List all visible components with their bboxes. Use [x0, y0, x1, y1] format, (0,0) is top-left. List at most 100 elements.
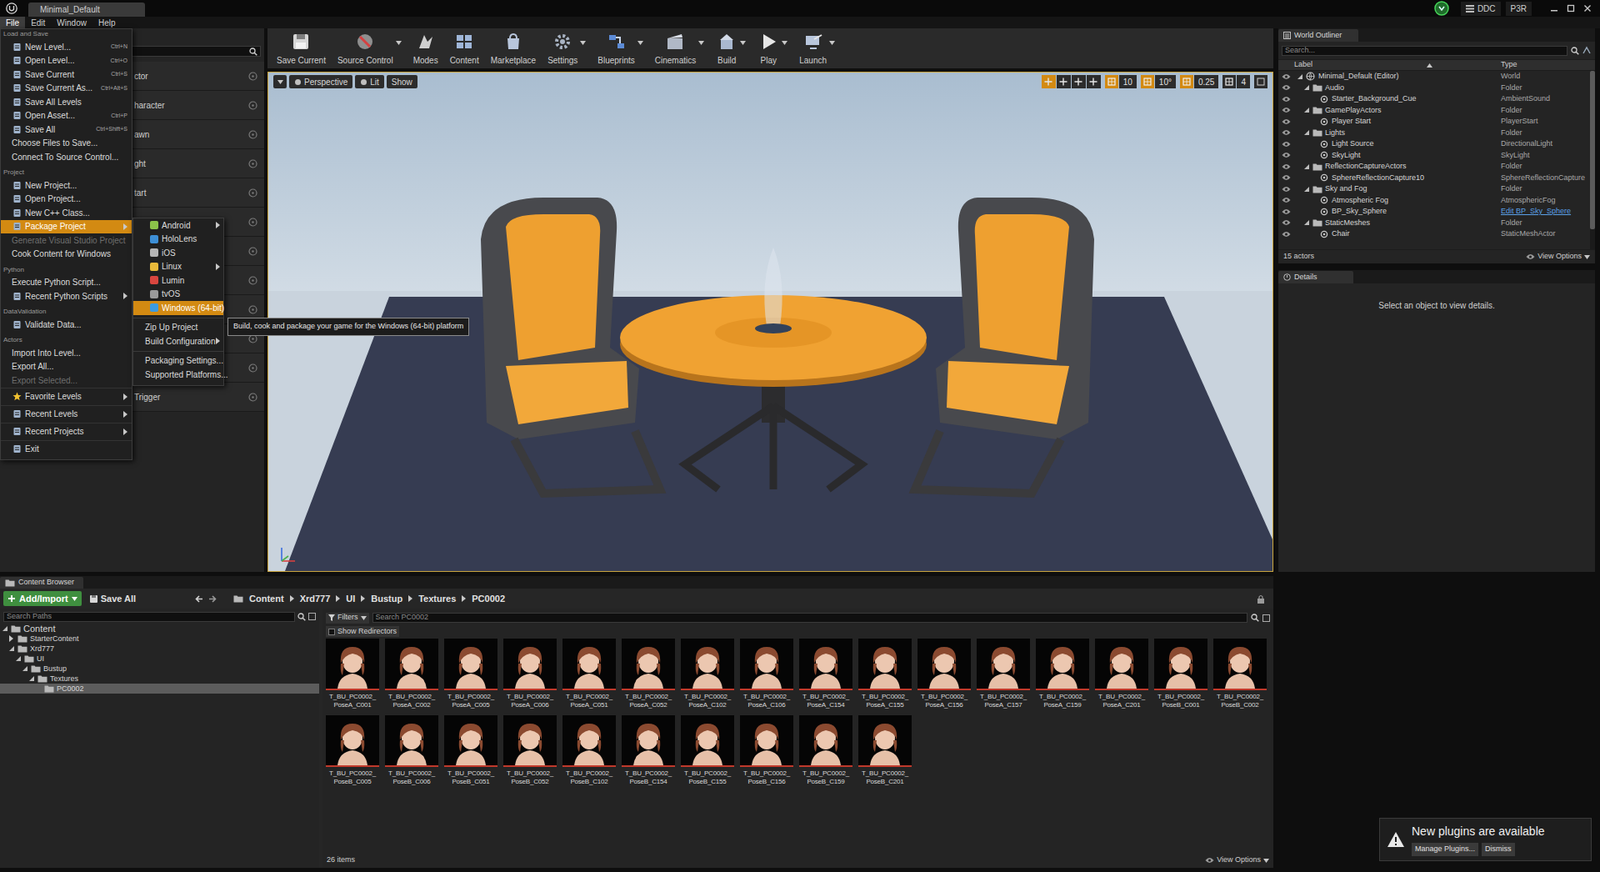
asset-tile[interactable]: T_BU_PC0002_PoseA_C006	[502, 638, 558, 710]
outliner-row[interactable]: ChairStaticMeshActor	[1278, 228, 1590, 240]
submenu-item[interactable]: Lumin	[133, 273, 224, 288]
toolbar-button[interactable]: Source Control	[333, 28, 406, 69]
asset-tile[interactable]: T_BU_PC0002_PoseB_C051	[443, 715, 499, 786]
submenu-item[interactable]: HoloLens	[133, 232, 224, 247]
asset-tile[interactable]: T_BU_PC0002_PoseA_C051	[561, 638, 617, 710]
grid-snap-control[interactable]: 10	[1105, 75, 1137, 89]
submenu-item[interactable]: Android	[133, 218, 224, 233]
grid-snap-value[interactable]: 10	[1119, 75, 1137, 89]
outliner-row[interactable]: Starter_Background_CueAmbientSound	[1278, 93, 1590, 105]
checkbox[interactable]	[328, 628, 335, 635]
outliner-row[interactable]: SphereReflectionCapture10SphereReflectio…	[1278, 172, 1590, 185]
translate-tool-button[interactable]	[1041, 75, 1056, 89]
submenu-item[interactable]: tvOS	[133, 287, 224, 302]
menu-item[interactable]: Choose Files to Save...	[0, 136, 132, 151]
rotation-snap-toggle[interactable]	[1140, 75, 1155, 89]
expander[interactable]	[1304, 164, 1312, 170]
expander[interactable]	[1304, 107, 1312, 113]
outliner-row[interactable]: Minimal_Default (Editor)World	[1278, 70, 1590, 83]
tree-node[interactable]: UI	[0, 653, 320, 664]
level-tab[interactable]: Minimal_Default	[28, 2, 145, 17]
scale-snap-value[interactable]: 0.25	[1194, 75, 1219, 89]
menu-bar-item[interactable]: Window	[50, 16, 93, 29]
asset-tile[interactable]: T_BU_PC0002_PoseA_C155	[857, 638, 913, 710]
asset-tile[interactable]: T_BU_PC0002_PoseB_C005	[325, 715, 380, 786]
details-tab[interactable]: Details	[1278, 270, 1354, 284]
viewport-layout-button[interactable]	[1254, 75, 1268, 89]
asset-tile[interactable]: T_BU_PC0002_PoseB_C001	[1153, 638, 1209, 710]
save-all-button[interactable]: Save All	[86, 590, 139, 606]
toolbar-button[interactable]: Play	[753, 28, 792, 69]
menu-item[interactable]: Save All Levels	[0, 95, 132, 110]
breadcrumb-item[interactable]: Content	[249, 591, 285, 606]
show-redirectors-toggle[interactable]: Show Redirectors	[325, 625, 400, 637]
breadcrumb-item[interactable]: Xrd777	[300, 591, 331, 606]
outliner-row[interactable]: StaticMeshesFolder	[1278, 217, 1590, 230]
show-button[interactable]: Show	[386, 75, 418, 89]
outliner-row[interactable]: Atmospheric FogAtmosphericFog	[1278, 195, 1590, 207]
asset-tile[interactable]: T_BU_PC0002_PoseA_C201	[1094, 638, 1150, 710]
outliner-row[interactable]: BP_Sky_SphereEdit BP_Sky_Sphere	[1278, 205, 1590, 218]
outliner-row[interactable]: LightsFolder	[1278, 127, 1590, 140]
menu-item[interactable]: New Level...Ctrl+N	[0, 40, 132, 55]
toolbar-button[interactable]: Settings	[543, 28, 590, 69]
breadcrumb-item[interactable]: UI	[345, 591, 355, 606]
tree-node[interactable]: Content	[0, 623, 320, 634]
rotation-snap-control[interactable]: 10°	[1140, 75, 1176, 89]
toolbar-button[interactable]: Cinematics	[650, 28, 709, 69]
outliner-row[interactable]: AudioFolder	[1278, 82, 1590, 95]
menu-item[interactable]: Recent Levels	[0, 405, 132, 423]
tree-node[interactable]: Bustup	[0, 663, 320, 674]
toolbar-button[interactable]: Launch	[795, 28, 840, 69]
tree-node[interactable]: Xrd777	[0, 643, 320, 654]
menu-item[interactable]: Favorite Levels	[0, 387, 132, 405]
menu-bar-item[interactable]: Help	[92, 16, 122, 29]
toolbar-button[interactable]: Marketplace	[486, 28, 540, 69]
asset-tile[interactable]: T_BU_PC0002_PoseB_C156	[739, 715, 795, 786]
submenu-item[interactable]: Zip Up Project	[133, 320, 224, 335]
notification-button[interactable]: Manage Plugins...	[1411, 842, 1479, 856]
camera-speed-value[interactable]: 4	[1236, 75, 1250, 89]
asset-tile[interactable]: T_BU_PC0002_PoseA_C102	[680, 638, 735, 710]
tree-node[interactable]: StarterContent	[0, 633, 320, 644]
menu-item[interactable]: Save CurrentCtrl+S	[0, 67, 132, 82]
view-options-button[interactable]: View Options	[1525, 250, 1590, 263]
tree-expander[interactable]	[2, 625, 10, 631]
camera-speed-control[interactable]: 4	[1222, 75, 1250, 89]
toolbar-button[interactable]: Content	[445, 28, 484, 69]
tree-node[interactable]: Textures	[0, 673, 320, 684]
tree-expander[interactable]	[22, 665, 30, 671]
outliner-row[interactable]: Light SourceDirectionalLight	[1278, 138, 1590, 150]
toolbar-button[interactable]: Modes	[409, 28, 443, 69]
rotate-tool-button[interactable]	[1056, 75, 1071, 89]
expander[interactable]	[1304, 220, 1312, 225]
tree-expander[interactable]	[9, 635, 17, 642]
add-import-button[interactable]: Add/Import	[3, 590, 82, 606]
menu-item[interactable]: Save AllCtrl+Shift+S	[0, 122, 132, 137]
scrollbar-thumb[interactable]	[1590, 70, 1595, 230]
menu-item[interactable]: Import Into Level...	[0, 345, 132, 360]
menu-item[interactable]: Open Project...	[0, 192, 132, 207]
asset-tile[interactable]: T_BU_PC0002_PoseA_C154	[798, 638, 854, 710]
submenu-item[interactable]: Build Configuration	[133, 334, 224, 349]
grid-snap-toggle[interactable]	[1105, 75, 1119, 89]
toolbar-button[interactable]: Build	[711, 28, 750, 69]
submenu-item[interactable]: Packaging Settings...	[133, 354, 224, 369]
asset-tile[interactable]: T_BU_PC0002_PoseB_C154	[620, 715, 676, 786]
path-search-field[interactable]	[3, 611, 295, 622]
asset-tile[interactable]: T_BU_PC0002_PoseB_C002	[1212, 638, 1268, 710]
status-badge[interactable]: DDC	[1460, 1, 1501, 16]
outliner-row[interactable]: SkyLightSkyLight	[1278, 150, 1590, 162]
expander[interactable]	[1304, 130, 1312, 135]
asset-tile[interactable]: T_BU_PC0002_PoseA_C159	[1035, 638, 1090, 710]
viewport-options-button[interactable]	[273, 75, 287, 89]
camera-speed-toggle[interactable]	[1222, 75, 1236, 89]
view-options-button[interactable]: View Options	[1205, 854, 1270, 866]
outliner-tab[interactable]: World Outliner	[1278, 29, 1359, 42]
tree-expander[interactable]	[29, 675, 37, 681]
menu-bar-item[interactable]: Edit	[25, 16, 51, 29]
menu-item[interactable]: Open Asset...Ctrl+P	[0, 109, 132, 124]
menu-item[interactable]: Export All...	[0, 360, 132, 375]
outliner-row[interactable]: Player StartPlayerStart	[1278, 115, 1590, 128]
status-badge[interactable]: P3R	[1505, 1, 1532, 16]
